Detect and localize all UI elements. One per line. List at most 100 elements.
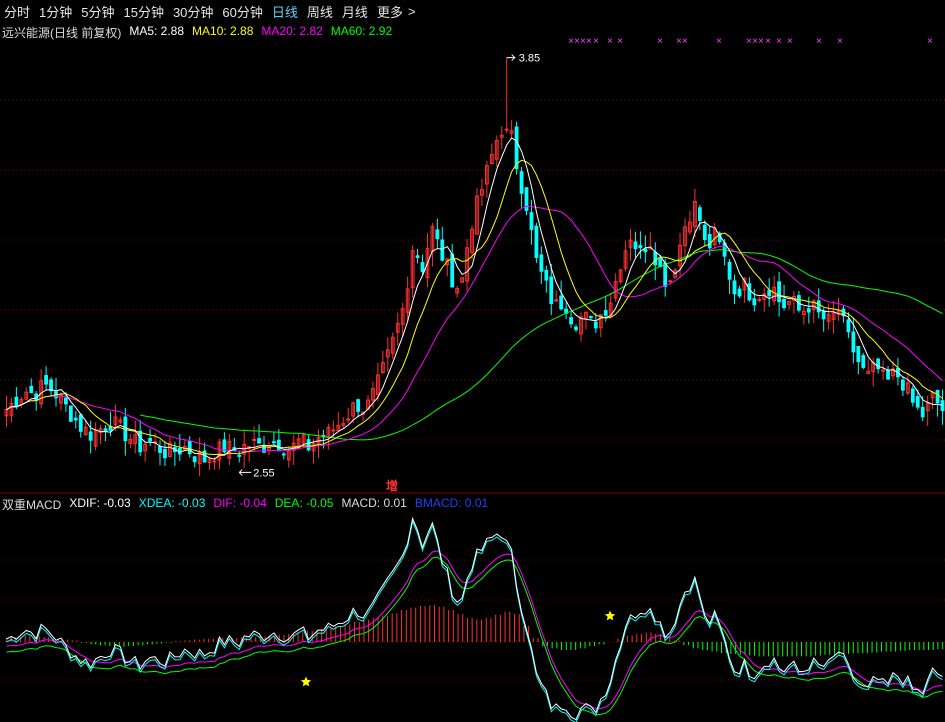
ma5-line <box>6 137 943 460</box>
candle-body <box>514 126 519 170</box>
candle-body <box>306 439 311 451</box>
high-price-label: 3.85 <box>519 53 540 65</box>
tab-30min[interactable]: 30分钟 <box>173 2 213 21</box>
signal-x-mark: × <box>593 36 599 47</box>
candle-body <box>415 255 420 258</box>
signal-x-mark: × <box>776 36 782 47</box>
candle-body <box>73 417 78 421</box>
candle-body <box>920 406 925 418</box>
dea-line <box>6 556 943 716</box>
kline-chart-canvas[interactable]: 3.852.55增× × × × × × × × × × × × × × × × × × × × <box>0 0 945 722</box>
candle-body <box>420 262 425 273</box>
candle-body <box>281 453 286 456</box>
candle-body <box>588 316 593 319</box>
signal-x-mark: × <box>816 36 822 47</box>
candle-body <box>68 405 73 422</box>
candle-body <box>88 431 93 441</box>
xdea-line <box>6 519 943 722</box>
macd-histogram <box>5 605 944 657</box>
dif-value: DIF: -0.04 <box>213 496 267 510</box>
signal-x-mark: × <box>927 36 933 47</box>
chevron-right-icon[interactable]: > <box>408 4 416 19</box>
candle-body <box>504 128 509 131</box>
ma10-value: MA10: 2.88 <box>192 24 254 38</box>
candle-body <box>257 438 261 444</box>
low-price-label: 2.55 <box>253 467 274 479</box>
tab-weekly[interactable]: 周线 <box>307 2 333 21</box>
candle-body <box>732 280 737 295</box>
candle-body <box>603 310 608 316</box>
candle-body <box>331 429 336 432</box>
tab-5min[interactable]: 5分钟 <box>81 2 114 21</box>
candle-body <box>529 212 534 230</box>
candle-body <box>138 430 143 453</box>
candle-body <box>192 456 197 463</box>
candle-body <box>64 397 68 405</box>
dif-line <box>6 550 943 710</box>
signal-x-mark: × <box>787 36 793 47</box>
candle-body <box>886 369 890 380</box>
tab-more[interactable]: 更多 <box>377 2 403 21</box>
ma20-line <box>6 205 943 453</box>
candle-body <box>103 428 108 432</box>
candle-body <box>519 171 524 194</box>
candle-body <box>49 379 53 392</box>
candle-body <box>940 400 945 412</box>
candle-body <box>697 207 702 221</box>
tab-60min[interactable]: 60分钟 <box>222 2 262 21</box>
candle-body <box>915 395 920 408</box>
candle-body <box>876 358 881 370</box>
candle-body <box>356 399 361 412</box>
candle-body <box>593 321 598 329</box>
candle-body <box>816 300 821 313</box>
candle-body <box>727 261 732 280</box>
signal-x-mark: × <box>617 36 623 47</box>
period-tab-bar: 分时 1分钟 5分钟 15分钟 30分钟 60分钟 日线 周线 月线 更多 > <box>0 0 945 22</box>
tab-15min[interactable]: 15分钟 <box>123 2 163 21</box>
candle-body <box>901 379 905 391</box>
candle-body <box>440 239 445 261</box>
tab-1min[interactable]: 1分钟 <box>39 2 72 21</box>
candle-body <box>653 251 658 266</box>
candle-body <box>272 441 276 444</box>
signal-marker: 增 <box>386 478 398 493</box>
signal-x-mark: × <box>586 36 592 47</box>
signal-x-mark: × <box>758 36 764 47</box>
xdif-line <box>6 516 943 721</box>
signal-x-mark: × <box>657 36 663 47</box>
star-signal-icon <box>604 610 616 621</box>
candle-body <box>861 355 866 368</box>
candle-body <box>737 288 742 297</box>
candles <box>4 57 945 477</box>
candle-body <box>851 331 856 353</box>
candle-body <box>846 319 851 333</box>
xdif-value: XDIF: -0.03 <box>69 496 131 510</box>
ma20-value: MA20: 2.82 <box>261 24 323 38</box>
candle-body <box>782 298 786 309</box>
bmacd-value: BMACD: 0.01 <box>414 496 489 510</box>
signal-x-mark: × <box>716 36 722 47</box>
candle-body <box>658 258 663 268</box>
candle-body <box>435 229 440 240</box>
candle-body <box>663 262 668 287</box>
signal-x-mark: × <box>765 36 771 47</box>
candle-body <box>707 234 712 249</box>
tab-monthly[interactable]: 月线 <box>342 2 368 21</box>
candle-body <box>187 441 192 455</box>
stock-title: 远兴能源(日线 前复权) <box>2 26 122 40</box>
candle-body <box>638 245 643 249</box>
candle-body <box>544 269 549 281</box>
candle-body <box>757 298 762 301</box>
candle-body <box>633 241 638 250</box>
tab-daily[interactable]: 日线 <box>272 2 298 21</box>
candle-body <box>78 414 83 432</box>
star-signal-icon <box>300 676 312 687</box>
candle-body <box>148 437 153 442</box>
candle-body <box>549 276 554 304</box>
tab-fenshi[interactable]: 分时 <box>4 2 30 21</box>
candle-body <box>569 317 573 325</box>
xdea-value: XDEA: -0.03 <box>138 496 206 510</box>
macd-value: MACD: 0.01 <box>341 496 407 510</box>
candle-body <box>910 388 915 403</box>
candle-body <box>163 448 167 459</box>
